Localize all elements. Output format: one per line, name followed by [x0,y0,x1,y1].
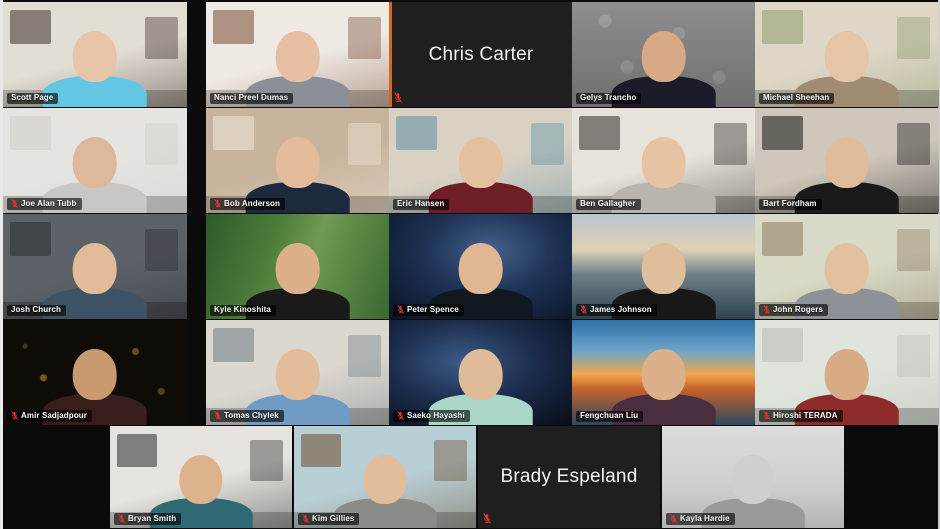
participant-display-name: Hiroshi TERADA [773,410,838,420]
participant-tile[interactable]: James Johnson [572,214,756,319]
participant-display-name: Kyle Kinoshita [214,305,271,314]
participant-tile[interactable]: Kyle Kinoshita [206,214,390,319]
participant-tile[interactable]: Fengchuan Liu [572,320,756,425]
participant-name-badge: Tomas Chylek [210,410,284,422]
mic-muted-icon [580,305,587,314]
mic-muted-icon [11,199,18,208]
participant-tile[interactable]: Ben Gallagher [572,108,756,213]
participant-display-name: Saeko Hayashi [407,410,465,420]
participant-tile[interactable]: Gelys Trancho [572,2,756,107]
participant-display-name: Eric Hansen [397,199,445,208]
participant-display-name: Bart Fordham [763,199,817,208]
participant-display-name: Bryan Smith [128,513,177,523]
zoom-gallery-view: Scott Page Nanci Preel Dumas Chris Carte… [0,0,940,529]
participant-display-name: Ben Gallagher [580,199,636,208]
mic-muted-icon [397,305,404,314]
participant-tile[interactable]: Amir Sadjadpour [3,320,187,425]
participant-tile[interactable]: Eric Hansen [389,108,573,213]
participant-name-badge: Amir Sadjadpour [7,410,92,422]
participant-display-name: Chris Carter [428,43,534,65]
mic-muted-icon [394,92,402,103]
participant-name-badge: Kyle Kinoshita [210,305,276,316]
participant-display-name: John Rogers [773,304,823,314]
participant-video [206,214,390,319]
participant-tile[interactable]: Chris Carter [389,2,573,107]
participant-name-badge: Saeko Hayashi [393,410,470,422]
mic-muted-icon [397,411,404,420]
mic-muted-icon [214,411,221,420]
participant-video [206,2,390,107]
participant-video [3,2,187,107]
participant-name-badge: Hiroshi TERADA [759,410,843,422]
participant-tile[interactable]: Brady Espeland [478,426,660,528]
participant-tile[interactable]: Joe Alan Tubb [3,108,187,213]
participant-display-name: Brady Espeland [500,466,638,487]
tile-accent-strip [389,2,392,107]
participant-name-badge: John Rogers [759,304,828,316]
participant-name-badge: Peter Spence [393,304,464,316]
participant-tile[interactable]: Hiroshi TERADA [755,320,939,425]
participant-tile[interactable]: Bryan Smith [110,426,292,528]
participant-name-badge: Josh Church [7,305,66,316]
participant-grid: Scott Page Nanci Preel Dumas Chris Carte… [0,0,940,529]
participant-name-badge: Michael Sheehan [759,93,835,104]
mic-muted-icon [302,514,309,523]
participant-name-badge: Nanci Preel Dumas [210,93,294,104]
participant-name-badge: Bryan Smith [114,513,182,525]
participant-display-name: Joe Alan Tubb [21,198,77,208]
participant-tile[interactable]: Saeko Hayashi [389,320,573,425]
participant-name-badge: Joe Alan Tubb [7,198,82,210]
participant-tile[interactable]: Tomas Chylek [206,320,390,425]
camera-off-placeholder: Brady Espeland [478,426,660,528]
participant-name-badge: Kayla Hardie [666,513,735,525]
mic-muted-icon [763,411,770,420]
participant-name-badge: Bob Anderson [210,198,286,210]
mic-muted-icon [763,305,770,314]
participant-display-name: Kayla Hardie [680,513,730,523]
participant-name-badge: Gelys Trancho [576,93,642,104]
mic-muted-icon [214,199,221,208]
participant-tile[interactable]: Michael Sheehan [755,2,939,107]
mic-muted-icon [11,411,18,420]
participant-tile[interactable]: Scott Page [3,2,187,107]
participant-display-name: James Johnson [590,304,652,314]
participant-video [3,214,187,319]
participant-display-name: Michael Sheehan [763,93,830,102]
participant-tile[interactable]: Bart Fordham [755,108,939,213]
participant-name-badge: Kim Gillies [298,513,360,525]
participant-name-badge: James Johnson [576,304,657,316]
mic-muted-icon [483,513,491,524]
participant-name-badge: Scott Page [7,93,59,104]
participant-video [755,108,939,213]
participant-display-name: Fengchuan Liu [580,411,639,420]
participant-display-name: Bob Anderson [224,198,281,208]
participant-video [389,108,573,213]
participant-display-name: Gelys Trancho [580,93,637,102]
participant-display-name: Josh Church [11,305,61,314]
mic-muted-icon [118,514,125,523]
participant-tile[interactable]: Kayla Hardie [662,426,844,528]
participant-tile[interactable]: Kim Gillies [294,426,476,528]
participant-video [572,108,756,213]
participant-video [755,2,939,107]
camera-off-placeholder: Chris Carter [389,2,573,107]
mic-muted-icon [670,514,677,523]
participant-name-badge: Fengchuan Liu [576,411,644,422]
participant-display-name: Tomas Chylek [224,410,279,420]
participant-tile[interactable]: Nanci Preel Dumas [206,2,390,107]
participant-name-badge: Ben Gallagher [576,199,641,210]
participant-display-name: Peter Spence [407,304,459,314]
participant-display-name: Amir Sadjadpour [21,410,87,420]
participant-display-name: Scott Page [11,93,54,102]
participant-tile[interactable]: John Rogers [755,214,939,319]
participant-video [572,320,756,425]
participant-display-name: Kim Gillies [312,513,355,523]
participant-tile[interactable]: Peter Spence [389,214,573,319]
participant-tile[interactable]: Josh Church [3,214,187,319]
participant-video [572,2,756,107]
participant-tile[interactable]: Bob Anderson [206,108,390,213]
participant-name-badge: Bart Fordham [759,199,822,210]
participant-name-badge: Eric Hansen [393,199,450,210]
participant-display-name: Nanci Preel Dumas [214,93,289,102]
